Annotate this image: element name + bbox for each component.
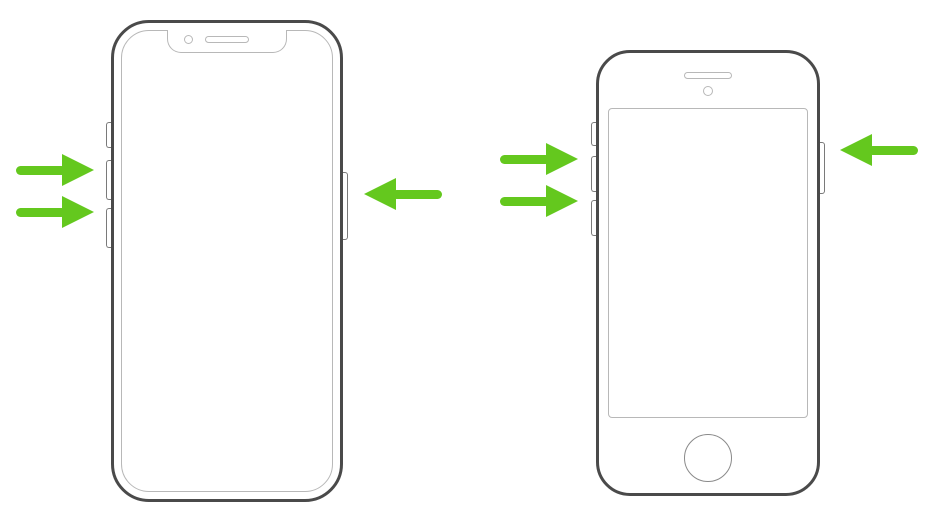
phone-notch bbox=[167, 30, 287, 53]
arrow-right-icon bbox=[498, 139, 582, 179]
phone-screen bbox=[608, 108, 808, 418]
arrow-left-icon bbox=[836, 130, 920, 170]
iphone-face-id bbox=[103, 12, 351, 510]
arrow-right-icon bbox=[14, 150, 98, 190]
arrow-right-icon bbox=[14, 192, 98, 232]
arrow-left-icon bbox=[360, 174, 444, 214]
phone-speaker bbox=[684, 72, 732, 79]
arrow-right-icon bbox=[498, 181, 582, 221]
phone-camera bbox=[703, 86, 713, 96]
diagram-stage bbox=[0, 0, 932, 530]
iphone-home-button bbox=[588, 42, 828, 504]
home-button bbox=[684, 434, 732, 482]
phone-screen bbox=[121, 30, 333, 492]
